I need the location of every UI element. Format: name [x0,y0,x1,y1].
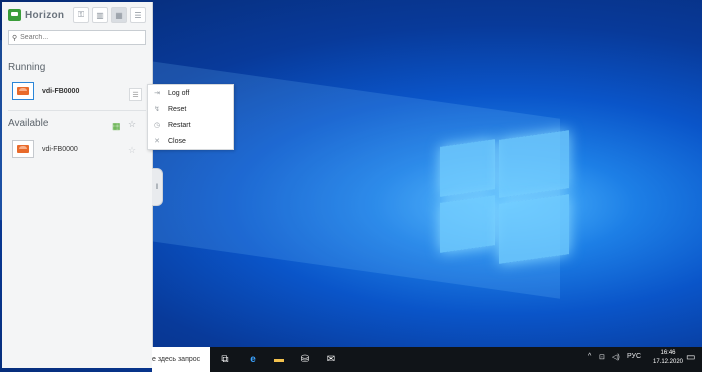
horizon-logo-icon [8,9,21,21]
taskbar: е здесь запрос ⧉ e ▬ ⛁ ✉ ^ ⊡ ◁) РУС 16:4… [152,347,702,372]
section-divider [8,110,146,111]
task-view-icon[interactable]: ⧉ [218,352,232,366]
section-available: Available [8,118,49,129]
store-icon[interactable]: ⛁ [298,352,312,366]
vm-context-menu: ⇥ Log off ↯ Reset ◷ Restart ✕ Close [147,84,234,150]
search-box[interactable]: ⚲ [8,30,146,45]
taskbar-search-box[interactable]: е здесь запрос [152,347,210,372]
clock-time: 16:46 [660,350,676,356]
windows-logo [440,130,570,268]
tile-view-icon[interactable]: ▦ [111,7,127,23]
available-vm-item[interactable]: vdi-FB0000 [12,140,78,158]
volume-icon[interactable]: ◁) [612,353,620,361]
log-off-icon: ⇥ [154,90,160,97]
restart-icon: ◷ [153,122,161,129]
notification-icon[interactable]: ▭ [686,352,695,363]
network-view-icon[interactable]: ⚿ [73,7,89,23]
running-vm-label: vdi-FB0000 [42,87,80,95]
clock-date: 17.12.2020 [652,359,684,365]
desktop-vm-icon [12,82,34,100]
favorite-star-icon[interactable]: ☆ [128,119,136,130]
menu-item-log-off[interactable]: ⇥ Log off [148,85,233,101]
search-icon: ⚲ [12,34,18,42]
search-input[interactable] [20,34,131,41]
file-explorer-icon[interactable]: ▬ [272,352,286,366]
menu-item-close[interactable]: ✕ Close [148,133,233,149]
taskbar-search-text: е здесь запрос [152,356,201,363]
horizon-panel: Horizon ⚿ ▥ ▦ ☰ ⚲ Running vdi-FB0000 ☰ A… [2,2,153,368]
favorite-star-icon[interactable]: ☆ [128,145,136,156]
running-vm-item[interactable]: vdi-FB0000 [12,82,79,100]
language-indicator[interactable]: РУС [627,353,641,360]
vm-menu-button[interactable]: ☰ [129,88,142,101]
available-vm-label: vdi-FB0000 [42,145,78,153]
server-view-icon[interactable]: ▥ [92,7,108,23]
list-view-icon[interactable]: ☰ [130,7,146,23]
menu-item-restart[interactable]: ◷ Restart [148,117,233,133]
close-icon: ✕ [154,138,160,145]
section-running: Running [8,62,46,73]
menu-item-reset[interactable]: ↯ Reset [148,101,233,117]
brand-name: Horizon [25,9,65,21]
network-icon[interactable]: ⊡ [599,353,605,361]
grid-view-icon[interactable]: ▦ [112,121,122,131]
panel-collapse-handle[interactable]: ‖ [152,168,163,206]
panel-header: Horizon ⚿ ▥ ▦ ☰ [2,2,152,28]
desktop-vm-icon [12,140,34,158]
mail-icon[interactable]: ✉ [324,352,338,366]
taskbar-clock[interactable]: 16:46 17.12.2020 [650,349,686,367]
show-hidden-icons-icon[interactable]: ^ [588,353,591,360]
reset-icon: ↯ [154,106,160,113]
horizon-brand: Horizon [8,9,64,21]
edge-browser-icon[interactable]: e [246,352,260,366]
